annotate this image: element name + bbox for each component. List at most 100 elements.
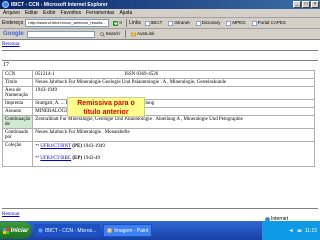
row-label: Título <box>1 78 34 87</box>
menu-exibir[interactable]: Exibir <box>43 10 56 16</box>
link-ibict-label: IBICT <box>150 20 163 25</box>
row-label: Coleção <box>1 141 34 167</box>
retornar-top-link[interactable]: Retornar <box>2 42 20 47</box>
divider <box>2 60 318 61</box>
google-search-label: Search <box>105 31 120 36</box>
menu-arquivo[interactable]: Arquivo <box>3 10 20 16</box>
divider <box>2 50 318 51</box>
link-portal-capes-label: Portal CAPES <box>257 20 286 25</box>
menu-favoritos[interactable]: Favoritos <box>61 10 82 16</box>
table-row: CCN 051214-1 ISSN 0369-4526 <box>1 70 315 79</box>
links-label: Links <box>129 20 141 26</box>
page-icon <box>168 20 174 26</box>
link-intranet-label: Intranet <box>174 20 190 25</box>
google-toolbar: Google Search AutoLink <box>0 29 320 40</box>
address-input[interactable]: http://www.ct.ibict.br/ccn_web/ccn_resul… <box>25 19 110 27</box>
page-content: Retornar 17 CCN 051214-1 ISSN 0369-4526 T… <box>0 40 320 227</box>
start-label: Iniciar <box>10 227 29 234</box>
collection-marker: ** <box>35 155 40 160</box>
maximize-button[interactable]: □ <box>302 1 310 8</box>
menu-ferramentas[interactable]: Ferramentas <box>86 10 114 16</box>
go-button[interactable]: Ir <box>111 19 124 27</box>
autolink-button[interactable]: AutoLink <box>129 30 157 38</box>
paint-icon <box>107 228 112 233</box>
clock: 11:15 <box>304 227 317 234</box>
ie-icon <box>2 1 9 8</box>
table-row: Título Neues Jahrbuch Fur Mineralogie Ge… <box>1 78 315 87</box>
google-search-button[interactable]: Search <box>98 30 122 38</box>
menu-bar: Arquivo Editar Exibir Favoritos Ferramen… <box>0 9 320 18</box>
issn-value: 0369-4526 <box>136 72 159 77</box>
link-portal-capes[interactable]: Portal CAPES <box>250 19 288 27</box>
ie-icon <box>38 228 43 233</box>
ccn-value: 051214-1 <box>35 72 55 77</box>
taskbar-item-label: Imagem - Paint <box>114 227 149 234</box>
google-logo: Google <box>3 31 24 37</box>
autolink-icon <box>131 32 136 36</box>
link-mpeg[interactable]: MPEG <box>224 19 247 27</box>
toolbar-separator <box>126 19 128 27</box>
table-row: Continuado por Neues Jahrbuch Fur Minera… <box>1 128 315 142</box>
collection-marker: ** <box>35 143 40 148</box>
collection-link[interactable]: UFRJ/CT/BBC <box>40 156 71 161</box>
autolink-label: AutoLink <box>136 31 155 36</box>
speaker-icon[interactable] <box>289 228 294 233</box>
taskbar-item-paint[interactable]: Imagem - Paint <box>103 224 153 237</box>
close-button[interactable]: × <box>311 1 319 8</box>
row-value: Neues Jahrbuch Fur Mineralogie Geologie … <box>32 78 315 87</box>
collection-cell: **UFRJ/CT/BNT (PE) 1943-1949 **UFRJ/CT/B… <box>32 141 315 167</box>
row-value: Neues Jahrbuch Fur Mineralogie . Monatsh… <box>32 128 315 142</box>
record-number: 17 <box>3 62 9 68</box>
link-intranet[interactable]: Intranet <box>166 19 191 27</box>
row-label: Imprenta <box>1 99 34 108</box>
table-row: Continuação de Zentralblatt Fur Mineralo… <box>1 115 315 129</box>
collection-link[interactable]: UFRJ/CT/BNT <box>40 144 71 149</box>
issn-label: ISSN <box>124 72 136 77</box>
collection-item: **UFRJ/CT/BBC (EP) 1943-49 <box>35 155 312 161</box>
toolbar-separator <box>124 30 126 38</box>
collection-range: 1943-1949 <box>83 144 105 149</box>
divider <box>2 208 318 209</box>
record-table: CCN 051214-1 ISSN 0369-4526 Título Neues … <box>1 70 315 167</box>
address-label: Endereço <box>2 20 24 26</box>
link-mpeg-label: MPEG <box>232 20 246 25</box>
page-icon <box>251 20 257 26</box>
collection-flag: (EP) <box>72 156 83 161</box>
callout-note: Remissiva para o título anterior <box>67 97 145 117</box>
menu-ajuda[interactable]: Ajuda <box>119 10 132 16</box>
row-label: Área de Numeração <box>1 86 34 100</box>
row-label: CCN <box>1 70 34 79</box>
minimize-button[interactable]: _ <box>293 1 301 8</box>
row-value: 051214-1 ISSN 0369-4526 <box>32 70 315 79</box>
windows-flag-icon <box>2 227 9 234</box>
row-value: Zentralblatt Fur Mineralogie, Geologie U… <box>32 115 315 129</box>
collection-flag: (PE) <box>72 144 83 149</box>
start-button[interactable]: Iniciar <box>0 222 31 239</box>
window-title: IBICT - CCN - Microsoft Internet Explore… <box>11 1 108 8</box>
network-icon[interactable] <box>297 228 302 233</box>
page-icon <box>145 20 150 26</box>
window-titlebar[interactable]: IBICT - CCN - Microsoft Internet Explore… <box>0 0 320 9</box>
menu-editar[interactable]: Editar <box>25 10 38 16</box>
page-icon <box>226 20 232 26</box>
row-label: Continuado por <box>1 128 34 142</box>
taskbar-item-ie[interactable]: IBICT - CCN - Micros... <box>34 224 101 237</box>
table-row: Assunto MINERALOGIA / PETROLOGIA <box>1 107 315 116</box>
row-label: Assunto <box>1 107 34 116</box>
taskbar-item-label: IBICT - CCN - Micros... <box>45 227 97 234</box>
address-toolbar: Endereço http://www.ct.ibict.br/ccn_web/… <box>0 18 320 29</box>
collection-item: **UFRJ/CT/BNT (PE) 1943-1949 <box>35 143 312 149</box>
go-arrow-icon <box>113 20 119 26</box>
link-dicionary-label: Dicionary <box>201 20 221 25</box>
system-tray: 11:15 <box>262 221 320 240</box>
link-ibict[interactable]: IBICT <box>143 19 165 27</box>
table-row: Coleção **UFRJ/CT/BNT (PE) 1943-1949 **U… <box>1 141 315 167</box>
table-row: Imprenta Stuttgart, A. ... E. Schweizerb… <box>1 99 315 108</box>
retornar-bottom-link[interactable]: Retornar <box>2 212 20 217</box>
collection-range: 1943-49 <box>83 156 101 161</box>
taskbar: Iniciar IBICT - CCN - Micros... Imagem -… <box>0 221 320 240</box>
google-search-input[interactable] <box>26 30 95 38</box>
row-label-highlighted: Continuação de <box>1 115 34 129</box>
link-dicionary[interactable]: Dicionary <box>194 19 223 27</box>
search-icon <box>99 31 105 37</box>
